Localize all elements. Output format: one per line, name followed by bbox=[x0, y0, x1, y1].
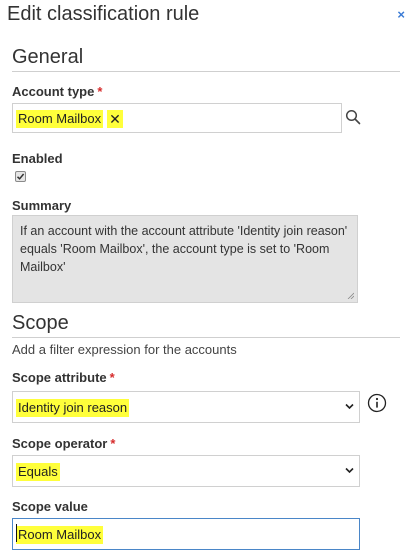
scope-hint: Add a filter expression for the accounts bbox=[12, 342, 237, 357]
summary-textarea: If an account with the account attribute… bbox=[12, 215, 358, 303]
scope-attribute-label: Scope attribute * bbox=[12, 370, 115, 386]
required-marker: * bbox=[109, 370, 115, 385]
enabled-label: Enabled bbox=[12, 151, 63, 166]
edit-classification-rule-dialog: Edit classification rule × General Accou… bbox=[0, 0, 411, 559]
scope-section-divider bbox=[12, 337, 400, 338]
required-marker: * bbox=[97, 84, 103, 99]
remove-tag-icon[interactable]: ✕ bbox=[107, 110, 123, 128]
account-type-tag: Room Mailbox ✕ bbox=[16, 110, 123, 128]
general-section-heading: General bbox=[12, 46, 84, 68]
dialog-title: Edit classification rule bbox=[7, 3, 200, 25]
info-icon[interactable] bbox=[367, 393, 387, 413]
scope-attribute-select[interactable]: Identity join reason bbox=[12, 391, 360, 423]
scope-operator-value: Equals bbox=[16, 463, 60, 481]
checkmark-icon bbox=[16, 173, 25, 180]
scope-value-input[interactable] bbox=[12, 518, 360, 550]
summary-label: Summary bbox=[12, 198, 72, 213]
scope-attribute-label-text: Scope attribute bbox=[12, 370, 107, 385]
scope-operator-label: Scope operator * bbox=[12, 436, 115, 452]
account-type-tag-label: Room Mailbox bbox=[16, 110, 104, 128]
chevron-down-icon bbox=[345, 467, 354, 474]
general-section-divider bbox=[12, 71, 400, 72]
resize-grip-icon[interactable] bbox=[347, 292, 354, 299]
required-marker: * bbox=[110, 436, 116, 451]
chevron-down-icon bbox=[345, 403, 354, 410]
enabled-checkbox[interactable] bbox=[15, 171, 26, 182]
account-type-label-text: Account type bbox=[12, 84, 95, 99]
account-type-field[interactable]: Room Mailbox ✕ bbox=[12, 103, 342, 133]
summary-text: If an account with the account attribute… bbox=[20, 224, 348, 274]
scope-operator-select[interactable]: Equals bbox=[12, 455, 360, 487]
text-caret bbox=[16, 524, 17, 542]
account-type-label: Account type * bbox=[12, 84, 102, 100]
scope-value-label: Scope value bbox=[12, 499, 88, 514]
scope-section-heading: Scope bbox=[12, 312, 69, 334]
close-icon[interactable]: × bbox=[397, 8, 405, 21]
scope-operator-label-text: Scope operator bbox=[12, 436, 108, 451]
scope-attribute-value: Identity join reason bbox=[16, 399, 130, 417]
search-icon[interactable] bbox=[345, 109, 361, 125]
